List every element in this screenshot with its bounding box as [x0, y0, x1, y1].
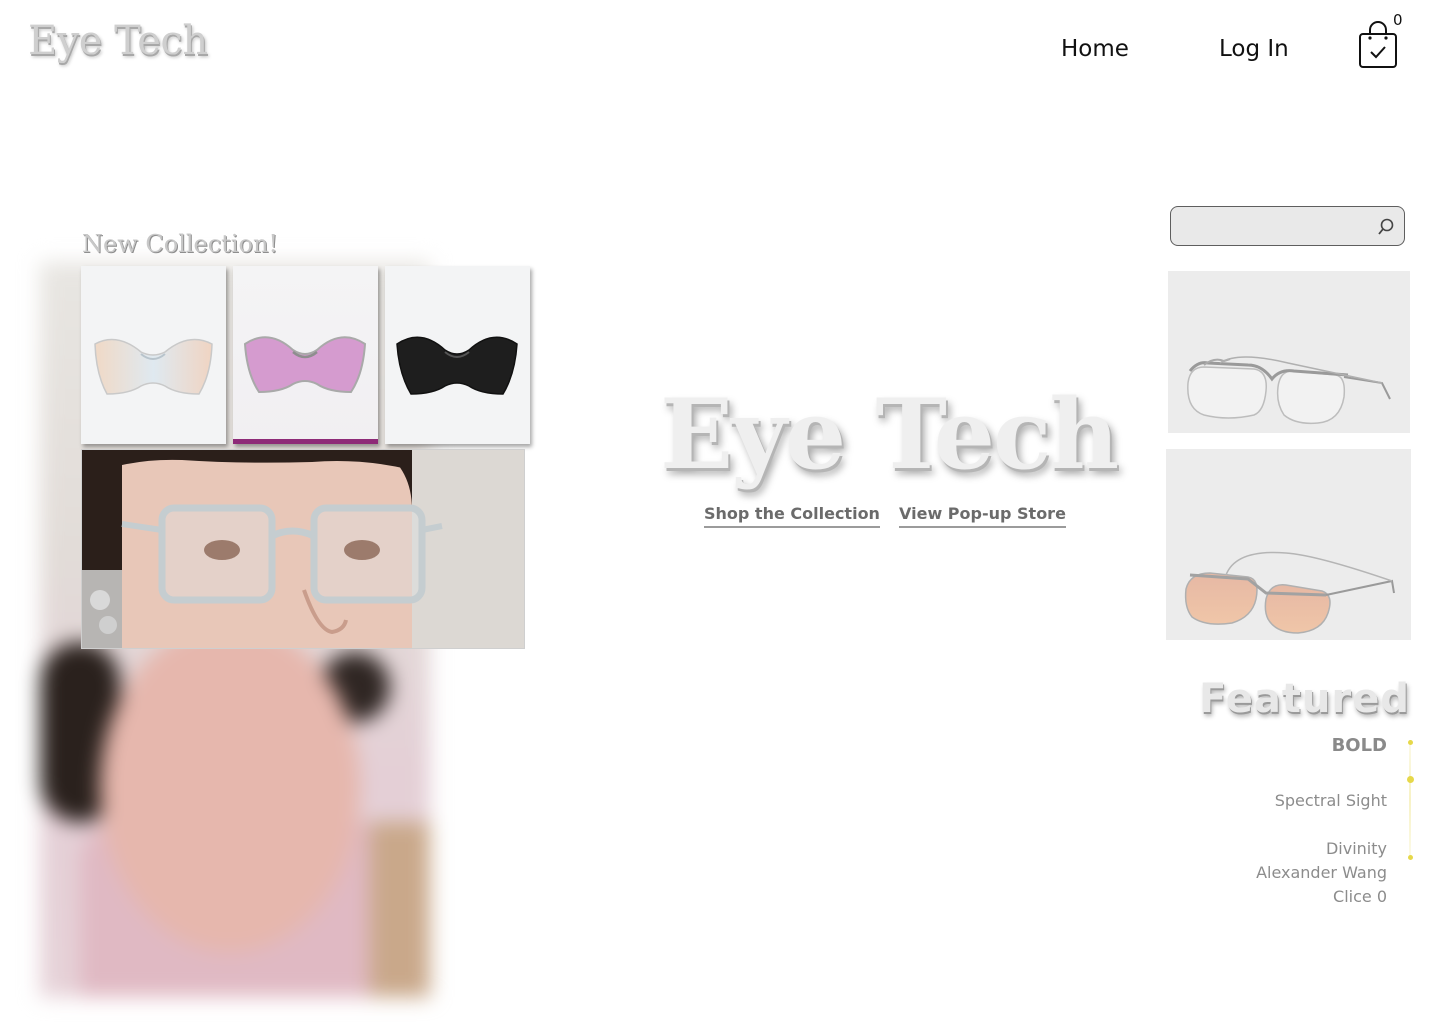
featured-heading: Featured: [1199, 676, 1410, 722]
featured-scroll-thumb[interactable]: [1407, 776, 1414, 783]
shield-sunglasses-pink-image: [243, 336, 367, 394]
hero-title: Eye Tech: [660, 378, 1119, 491]
featured-scroll-dot-bottom: [1408, 855, 1413, 860]
featured-item-divinity[interactable]: Divinity: [1326, 839, 1387, 858]
magnifier-icon: [1378, 218, 1394, 235]
search-button[interactable]: [1376, 217, 1396, 237]
rimless-eyeglasses-image: [1187, 356, 1391, 425]
collection-tile-black-shield[interactable]: [385, 266, 530, 444]
nav-home-link[interactable]: Home: [1061, 36, 1129, 62]
model-portrait-image: [81, 449, 525, 649]
popup-store-link[interactable]: View Pop-up Store: [899, 504, 1066, 528]
collection-tile-clear-shield[interactable]: [81, 266, 226, 444]
search-box: [1170, 206, 1405, 246]
nav-login-link[interactable]: Log In: [1219, 36, 1289, 62]
site-logo[interactable]: Eye Tech: [28, 18, 208, 64]
new-collection-heading: New Collection!: [82, 230, 279, 258]
product-card-tinted-frames[interactable]: [1166, 449, 1411, 640]
cart-count-badge: 0: [1393, 11, 1403, 29]
tinted-eyeglasses-image: [1184, 551, 1395, 634]
featured-item-clice-0[interactable]: Clice 0: [1333, 887, 1387, 906]
featured-item-spectral-sight[interactable]: Spectral Sight: [1275, 791, 1387, 810]
featured-scroll-track[interactable]: [1409, 740, 1411, 858]
search-input[interactable]: [1181, 214, 1365, 240]
product-card-clear-frames[interactable]: [1168, 271, 1410, 433]
featured-item-bold[interactable]: BOLD: [1332, 735, 1387, 756]
shield-sunglasses-clear-image: [94, 338, 213, 395]
featured-item-alexander-wang[interactable]: Alexander Wang: [1256, 863, 1387, 882]
collection-tile-pink-shield[interactable]: [233, 266, 378, 444]
shop-collection-link[interactable]: Shop the Collection: [704, 504, 880, 528]
shield-sunglasses-black-image: [396, 336, 518, 395]
featured-scroll-dot-top: [1408, 740, 1413, 745]
